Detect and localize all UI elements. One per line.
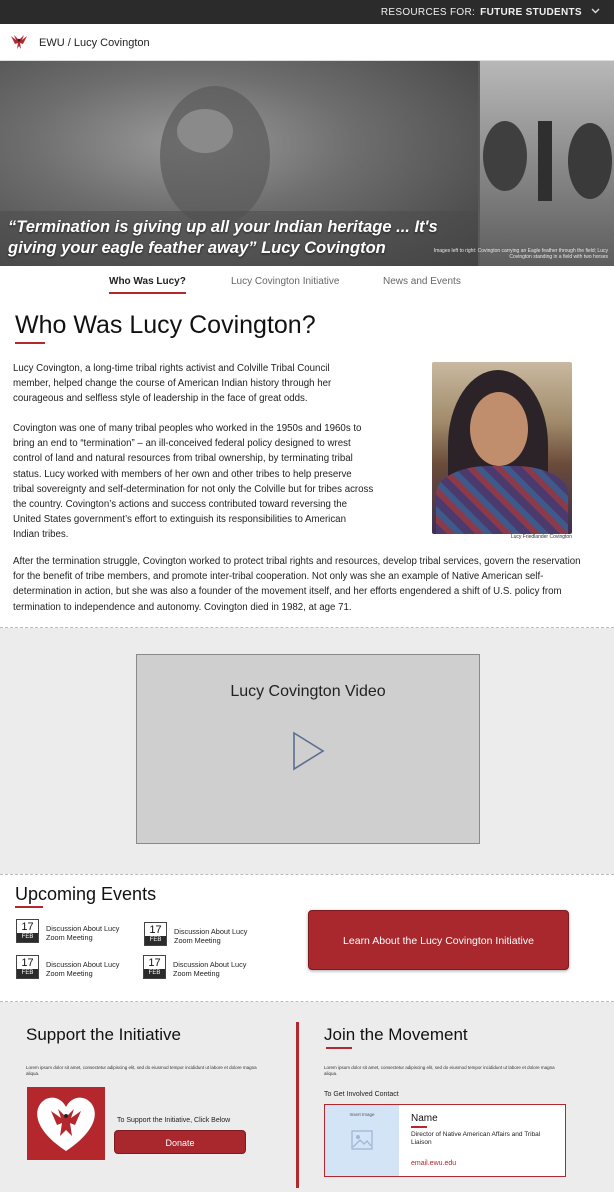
- bio-paragraph-1: Lucy Covington, a long-time tribal right…: [13, 363, 332, 405]
- lucy-portrait-image: [432, 362, 572, 534]
- hero-photo-horses: [480, 61, 614, 266]
- contact-card: Insert Image Name Director of Native Ame…: [324, 1104, 566, 1177]
- event-item[interactable]: 17 FEB Discussion About Lucy Zoom Meeting: [16, 919, 141, 945]
- donate-button[interactable]: Donate: [114, 1130, 246, 1154]
- chevron-down-icon[interactable]: [591, 6, 600, 17]
- hero-caption: Images left to right: Covington carrying…: [433, 248, 608, 260]
- support-title: Support the Initiative: [26, 1025, 181, 1044]
- section-divider: [0, 874, 614, 875]
- learn-initiative-button[interactable]: Learn About the Lucy Covington Initiativ…: [308, 910, 569, 970]
- calendar-date-icon: 17 FEB: [144, 922, 167, 946]
- resources-prefix: RESOURCES FOR:: [380, 7, 476, 18]
- contact-role: Director of Native American Affairs and …: [411, 1131, 541, 1146]
- hero-quote: “Termination is giving up all your India…: [8, 218, 438, 257]
- tab-news-and-events[interactable]: News and Events: [383, 276, 461, 287]
- events-title: Upcoming Events: [15, 884, 157, 904]
- video-player[interactable]: Lucy Covington Video: [136, 654, 480, 844]
- image-placeholder-icon: [351, 1130, 373, 1155]
- events-title-underline: [15, 906, 43, 908]
- event-item[interactable]: 17 FEB Discussion About Lucy Zoom Meeting: [143, 955, 268, 981]
- support-description: Lorem ipsum dolor sit amet, consectetur …: [26, 1065, 257, 1076]
- resources-for-menu[interactable]: RESOURCES FOR: FUTURE STUDENTS: [381, 7, 600, 18]
- eagle-logo-icon[interactable]: [10, 34, 28, 50]
- audience-selector[interactable]: FUTURE STUDENTS: [480, 7, 582, 18]
- column-divider: [296, 1022, 299, 1188]
- page-title: Who Was Lucy Covington?: [15, 311, 316, 339]
- tab-who-was-lucy[interactable]: Who Was Lucy?: [109, 276, 186, 294]
- join-title-underline: [326, 1047, 352, 1049]
- support-prompt: To Support the Initiative, Click Below: [117, 1117, 231, 1124]
- join-title: Join the Movement: [324, 1025, 468, 1044]
- tab-label: News and Events: [383, 276, 461, 287]
- section-tabs: Who Was Lucy? Lucy Covington Initiative …: [0, 266, 614, 296]
- hero-banner: “Termination is giving up all your India…: [0, 61, 614, 266]
- bio-paragraph-3: After the termination struggle, Covingto…: [13, 556, 581, 613]
- tab-label: Who Was Lucy?: [109, 276, 186, 287]
- insert-image-label: Insert Image: [349, 1112, 375, 1117]
- calendar-date-icon: 17 FEB: [16, 919, 39, 943]
- heart-eagle-image: [27, 1087, 105, 1160]
- play-icon[interactable]: [292, 731, 326, 771]
- calendar-date-icon: 17 FEB: [143, 955, 166, 979]
- contact-image-placeholder: Insert Image: [325, 1105, 399, 1176]
- contact-email-link[interactable]: email.ewu.edu: [411, 1160, 456, 1167]
- join-description: Lorem ipsum dolor sit amet, consectetur …: [324, 1065, 555, 1076]
- portrait-caption: Lucy Friedlander Covington: [510, 534, 572, 540]
- title-underline: [15, 342, 45, 344]
- top-bar: RESOURCES FOR: FUTURE STUDENTS: [0, 0, 614, 24]
- active-tab-underline: [109, 292, 186, 294]
- event-item[interactable]: 17 FEB Discussion About Lucy Zoom Meeting: [144, 922, 269, 948]
- bio-paragraph-2: Covington was one of many tribal peoples…: [13, 423, 374, 541]
- breadcrumb[interactable]: EWU / Lucy Covington: [39, 37, 150, 49]
- tab-label: Lucy Covington Initiative: [231, 276, 340, 287]
- event-item[interactable]: 17 FEB Discussion About Lucy Zoom Meeting: [16, 955, 141, 981]
- tab-lucy-covington-initiative[interactable]: Lucy Covington Initiative: [231, 276, 339, 287]
- contact-label: To Get Involved Contact: [324, 1091, 399, 1098]
- site-header: EWU / Lucy Covington: [0, 24, 614, 61]
- calendar-date-icon: 17 FEB: [16, 955, 39, 979]
- contact-name-underline: [411, 1126, 427, 1128]
- contact-name: Name: [411, 1113, 438, 1124]
- video-title: Lucy Covington Video: [230, 683, 386, 700]
